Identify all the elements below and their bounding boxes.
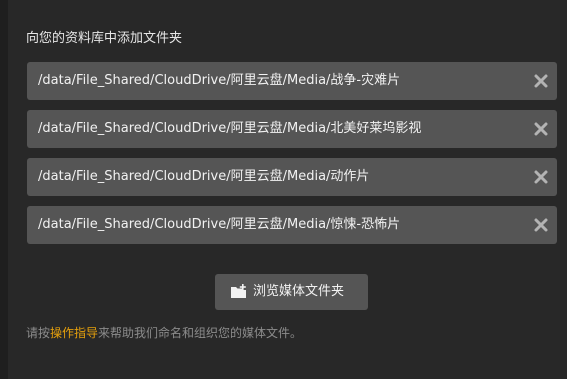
guide-link[interactable]: 操作指导	[50, 326, 98, 340]
folder-row: /data/File_Shared/CloudDrive/阿里云盘/Media/…	[27, 158, 557, 196]
help-text: 请按操作指导来帮助我们命名和组织您的媒体文件。	[26, 324, 302, 342]
folder-row: /data/File_Shared/CloudDrive/阿里云盘/Media/…	[27, 62, 557, 100]
close-icon	[534, 74, 548, 88]
remove-folder-button[interactable]	[531, 167, 551, 187]
folder-path: /data/File_Shared/CloudDrive/阿里云盘/Media/…	[38, 73, 401, 88]
remove-folder-button[interactable]	[531, 71, 551, 91]
browse-folders-button[interactable]: 浏览媒体文件夹	[215, 274, 368, 310]
add-folders-panel: 向您的资料库中添加文件夹 /data/File_Shared/CloudDriv…	[8, 0, 567, 379]
browse-button-label: 浏览媒体文件夹	[253, 284, 345, 299]
help-prefix: 请按	[26, 326, 51, 340]
folder-path: /data/File_Shared/CloudDrive/阿里云盘/Media/…	[38, 217, 401, 232]
remove-folder-button[interactable]	[531, 215, 551, 235]
folder-path: /data/File_Shared/CloudDrive/阿里云盘/Media/…	[38, 121, 422, 136]
close-icon	[534, 122, 548, 136]
close-icon	[534, 218, 548, 232]
help-suffix: 来帮助我们命名和组织您的媒体文件。	[98, 326, 303, 340]
section-heading: 向您的资料库中添加文件夹	[26, 31, 183, 46]
folder-row: /data/File_Shared/CloudDrive/阿里云盘/Media/…	[27, 110, 557, 148]
close-icon	[534, 170, 548, 184]
folder-path: /data/File_Shared/CloudDrive/阿里云盘/Media/…	[38, 169, 370, 184]
remove-folder-button[interactable]	[531, 119, 551, 139]
folder-row: /data/File_Shared/CloudDrive/阿里云盘/Media/…	[27, 206, 557, 244]
folder-add-icon	[231, 284, 246, 298]
